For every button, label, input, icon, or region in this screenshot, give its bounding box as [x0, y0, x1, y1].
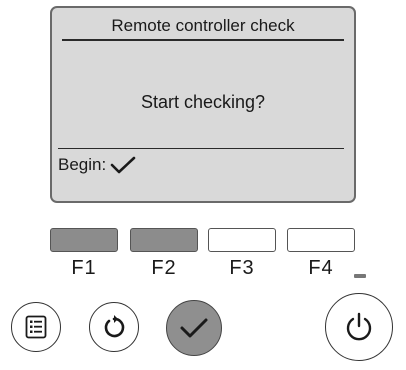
lcd-screen: Remote controller check Start checking? … [50, 6, 356, 203]
power-led [354, 274, 366, 278]
return-icon [104, 315, 125, 338]
enter-button[interactable] [166, 300, 222, 356]
check-icon [180, 318, 208, 338]
return-button[interactable] [89, 302, 139, 352]
f4-label: F4 [308, 257, 334, 279]
begin-label: Begin: [58, 155, 107, 174]
footer-divider [58, 148, 344, 149]
f2-key[interactable] [130, 228, 198, 252]
power-button[interactable] [325, 293, 393, 361]
screen-title: Remote controller check [111, 16, 295, 35]
begin-hint: Begin: [58, 155, 136, 175]
f4-key[interactable] [287, 228, 355, 252]
check-icon [110, 156, 136, 174]
title-divider [62, 39, 344, 41]
f3-label: F3 [229, 257, 255, 279]
f1-label: F1 [71, 257, 97, 279]
screen-message: Start checking? [140, 92, 266, 112]
power-icon [346, 312, 372, 341]
menu-button[interactable] [11, 302, 61, 352]
f1-key[interactable] [50, 228, 118, 252]
f2-label: F2 [151, 257, 177, 279]
menu-icon [25, 315, 47, 339]
f3-key[interactable] [208, 228, 276, 252]
